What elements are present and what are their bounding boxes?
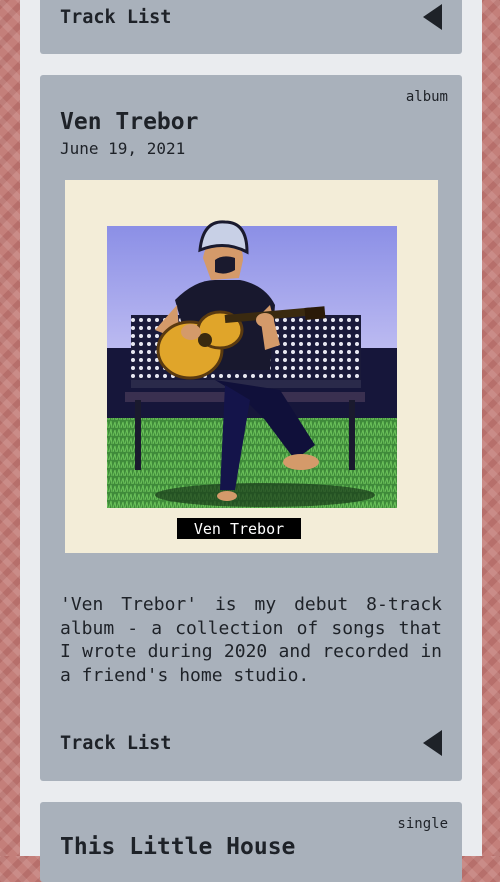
release-card: album Ven Trebor June 19, 2021 Ven Trebo… (40, 75, 462, 781)
release-description: 'Ven Trebor' is my debut 8-track album -… (60, 594, 442, 686)
release-card: single This Little House (40, 802, 462, 882)
release-title: This Little House (60, 834, 296, 860)
cover-caption: Ven Trebor (194, 520, 284, 538)
content-column: Track List album Ven Trebor June 19, 202… (20, 0, 482, 882)
release-type-tag: single (397, 816, 448, 832)
album-cover: Ven Trebor (65, 180, 438, 553)
release-title: Ven Trebor (60, 109, 199, 135)
release-date: June 19, 2021 (60, 139, 186, 158)
release-card: Track List (40, 0, 462, 54)
track-list-toggle[interactable]: Track List (60, 728, 442, 758)
track-list-label: Track List (60, 732, 172, 754)
track-list-label: Track List (60, 6, 172, 28)
track-list-toggle[interactable]: Track List (60, 2, 442, 32)
album-cover-art: Ven Trebor (107, 220, 397, 539)
triangle-left-icon (423, 4, 442, 30)
triangle-left-icon (423, 730, 442, 756)
release-type-tag: album (405, 89, 448, 105)
